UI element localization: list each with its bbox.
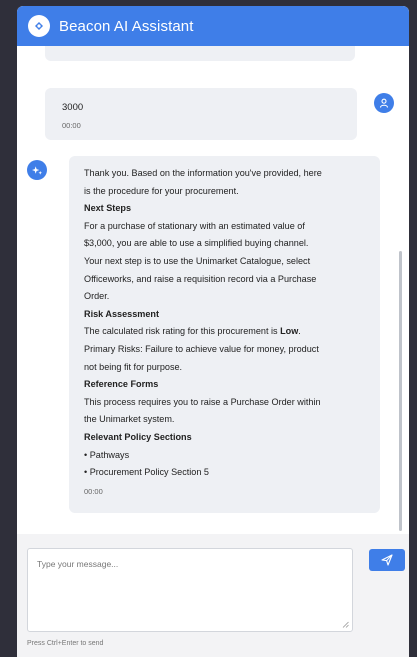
message-input[interactable] <box>28 549 352 631</box>
previous-message-bubble <box>45 46 355 61</box>
app-title: Beacon AI Assistant <box>59 17 194 35</box>
send-button[interactable] <box>369 549 405 571</box>
risk-rating-line: The calculated risk rating for this proc… <box>84 323 370 341</box>
assistant-message-line: Primary Risks: Failure to achieve value … <box>84 343 319 354</box>
assistant-message-line: not being fit for purpose. <box>84 361 183 372</box>
section-heading-risk-assessment: Risk Assessment <box>84 308 159 319</box>
section-heading-relevant-policy: Relevant Policy Sections <box>84 431 192 442</box>
assistant-message-line: This process requires you to raise a Pur… <box>84 396 321 407</box>
section-heading-reference-forms: Reference Forms <box>84 379 159 390</box>
assistant-message-line: Thank you. Based on the information you'… <box>84 168 322 178</box>
section-heading-next-steps: Next Steps <box>84 203 132 214</box>
assistant-message-line: For a purchase of stationary with an est… <box>84 220 305 231</box>
scrollbar-thumb[interactable] <box>399 251 402 531</box>
assistant-message-line: is the procedure for your procurement. <box>84 185 239 196</box>
chat-window: Beacon AI Assistant 3000 00:00 Thank you… <box>17 6 409 657</box>
assistant-message-line: Officeworks, and raise a requisition rec… <box>84 273 317 284</box>
message-list-scrollbar[interactable] <box>398 46 404 534</box>
assistant-message-line: the Unimarket system. <box>84 414 175 425</box>
chat-header: Beacon AI Assistant <box>17 6 409 46</box>
sparkle-icon <box>27 160 47 180</box>
user-message-time: 00:00 <box>62 121 81 130</box>
send-icon <box>381 554 393 566</box>
policy-list-item: • Pathways <box>84 449 130 460</box>
user-message-text: 3000 <box>62 102 84 113</box>
send-shortcut-hint: Press Ctrl+Enter to send <box>27 640 104 647</box>
assistant-message-bubble: Thank you. Based on the information you'… <box>69 156 380 513</box>
message-composer: Press Ctrl+Enter to send <box>17 534 409 657</box>
policy-list-item: • Procurement Policy Section 5 <box>84 467 209 478</box>
user-message-bubble: 3000 00:00 <box>45 88 357 140</box>
user-icon <box>374 93 394 113</box>
beacon-logo-icon <box>28 15 50 37</box>
assistant-message-line: Your next step is to use the Unimarket C… <box>84 255 311 266</box>
assistant-message-line: $3,000, you are able to use a simplified… <box>84 238 309 249</box>
risk-rating-value: Low <box>280 326 299 337</box>
risk-rating-text: The calculated risk rating for this proc… <box>84 326 281 337</box>
message-input-box <box>27 548 353 632</box>
resize-grip-icon[interactable] <box>342 621 349 628</box>
risk-rating-suffix: . <box>298 326 301 337</box>
assistant-message-line: Order. <box>84 291 110 302</box>
assistant-message-time: 00:00 <box>84 486 103 496</box>
message-list[interactable]: 3000 00:00 Thank you. Based on the infor… <box>17 46 409 534</box>
